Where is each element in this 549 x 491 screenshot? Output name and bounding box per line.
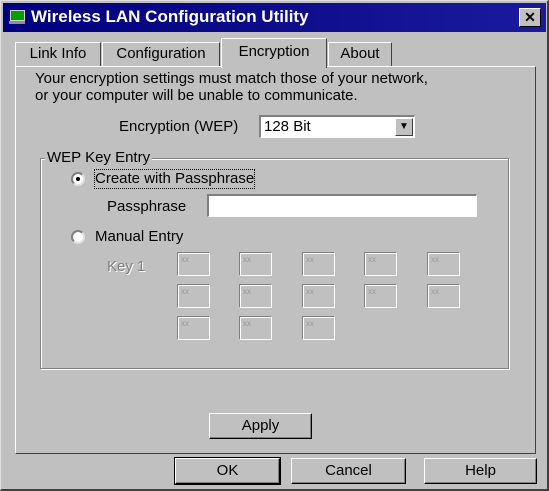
- close-icon: ✕: [524, 9, 536, 25]
- wep-strength-value: 128 Bit: [264, 118, 311, 135]
- key-byte-field[interactable]: xx: [177, 284, 210, 308]
- key-byte-field[interactable]: xx: [239, 284, 272, 308]
- wireless-lan-dialog: Wireless LAN Configuration Utility ✕ Lin…: [0, 0, 549, 491]
- key-byte-field[interactable]: xx: [239, 316, 272, 340]
- intro-text-line2: or your computer will be unable to commu…: [35, 87, 358, 104]
- wep-label: Encryption (WEP): [119, 118, 239, 135]
- key-byte-field[interactable]: xx: [177, 316, 210, 340]
- help-button[interactable]: Help: [424, 458, 537, 484]
- tab-encryption[interactable]: Encryption: [221, 38, 327, 68]
- ok-button[interactable]: OK: [174, 457, 281, 485]
- close-button[interactable]: ✕: [519, 8, 541, 27]
- title-bar[interactable]: Wireless LAN Configuration Utility ✕: [3, 3, 546, 32]
- create-passphrase-label[interactable]: Create with Passphrase: [93, 169, 256, 189]
- tab-configuration[interactable]: Configuration: [102, 42, 220, 66]
- key-byte-field[interactable]: xx: [302, 316, 335, 340]
- radio-manual-entry[interactable]: [71, 230, 85, 244]
- window-title: Wireless LAN Configuration Utility: [31, 7, 309, 26]
- key-byte-field[interactable]: xx: [427, 284, 460, 308]
- manual-entry-label[interactable]: Manual Entry: [95, 228, 183, 246]
- wep-key-entry-group: WEP Key Entry Create with Passphrase Pas…: [40, 149, 509, 369]
- passphrase-label: Passphrase: [107, 198, 187, 215]
- radio-create-passphrase[interactable]: [71, 172, 85, 186]
- key-byte-field[interactable]: xx: [427, 252, 460, 276]
- key-byte-field[interactable]: xx: [364, 252, 397, 276]
- encryption-panel: Your encryption settings must match thos…: [15, 66, 536, 454]
- key-byte-field[interactable]: xx: [302, 284, 335, 308]
- intro-text-line1: Your encryption settings must match thos…: [35, 70, 428, 87]
- wep-key-entry-legend: WEP Key Entry: [45, 149, 153, 167]
- chevron-down-icon[interactable]: ▼: [395, 118, 413, 136]
- key-byte-field[interactable]: xx: [364, 284, 397, 308]
- network-icon: [9, 10, 25, 24]
- key-byte-field[interactable]: xx: [177, 252, 210, 276]
- tab-link-info[interactable]: Link Info: [15, 42, 101, 66]
- cancel-button[interactable]: Cancel: [291, 458, 406, 484]
- apply-button[interactable]: Apply: [209, 413, 312, 439]
- wep-strength-select[interactable]: 128 Bit ▼: [259, 115, 415, 138]
- key1-label: Key 1: [107, 258, 146, 275]
- key-byte-field[interactable]: xx: [302, 252, 335, 276]
- tab-about[interactable]: About: [328, 42, 392, 66]
- passphrase-input[interactable]: [207, 194, 477, 217]
- key-byte-field[interactable]: xx: [239, 252, 272, 276]
